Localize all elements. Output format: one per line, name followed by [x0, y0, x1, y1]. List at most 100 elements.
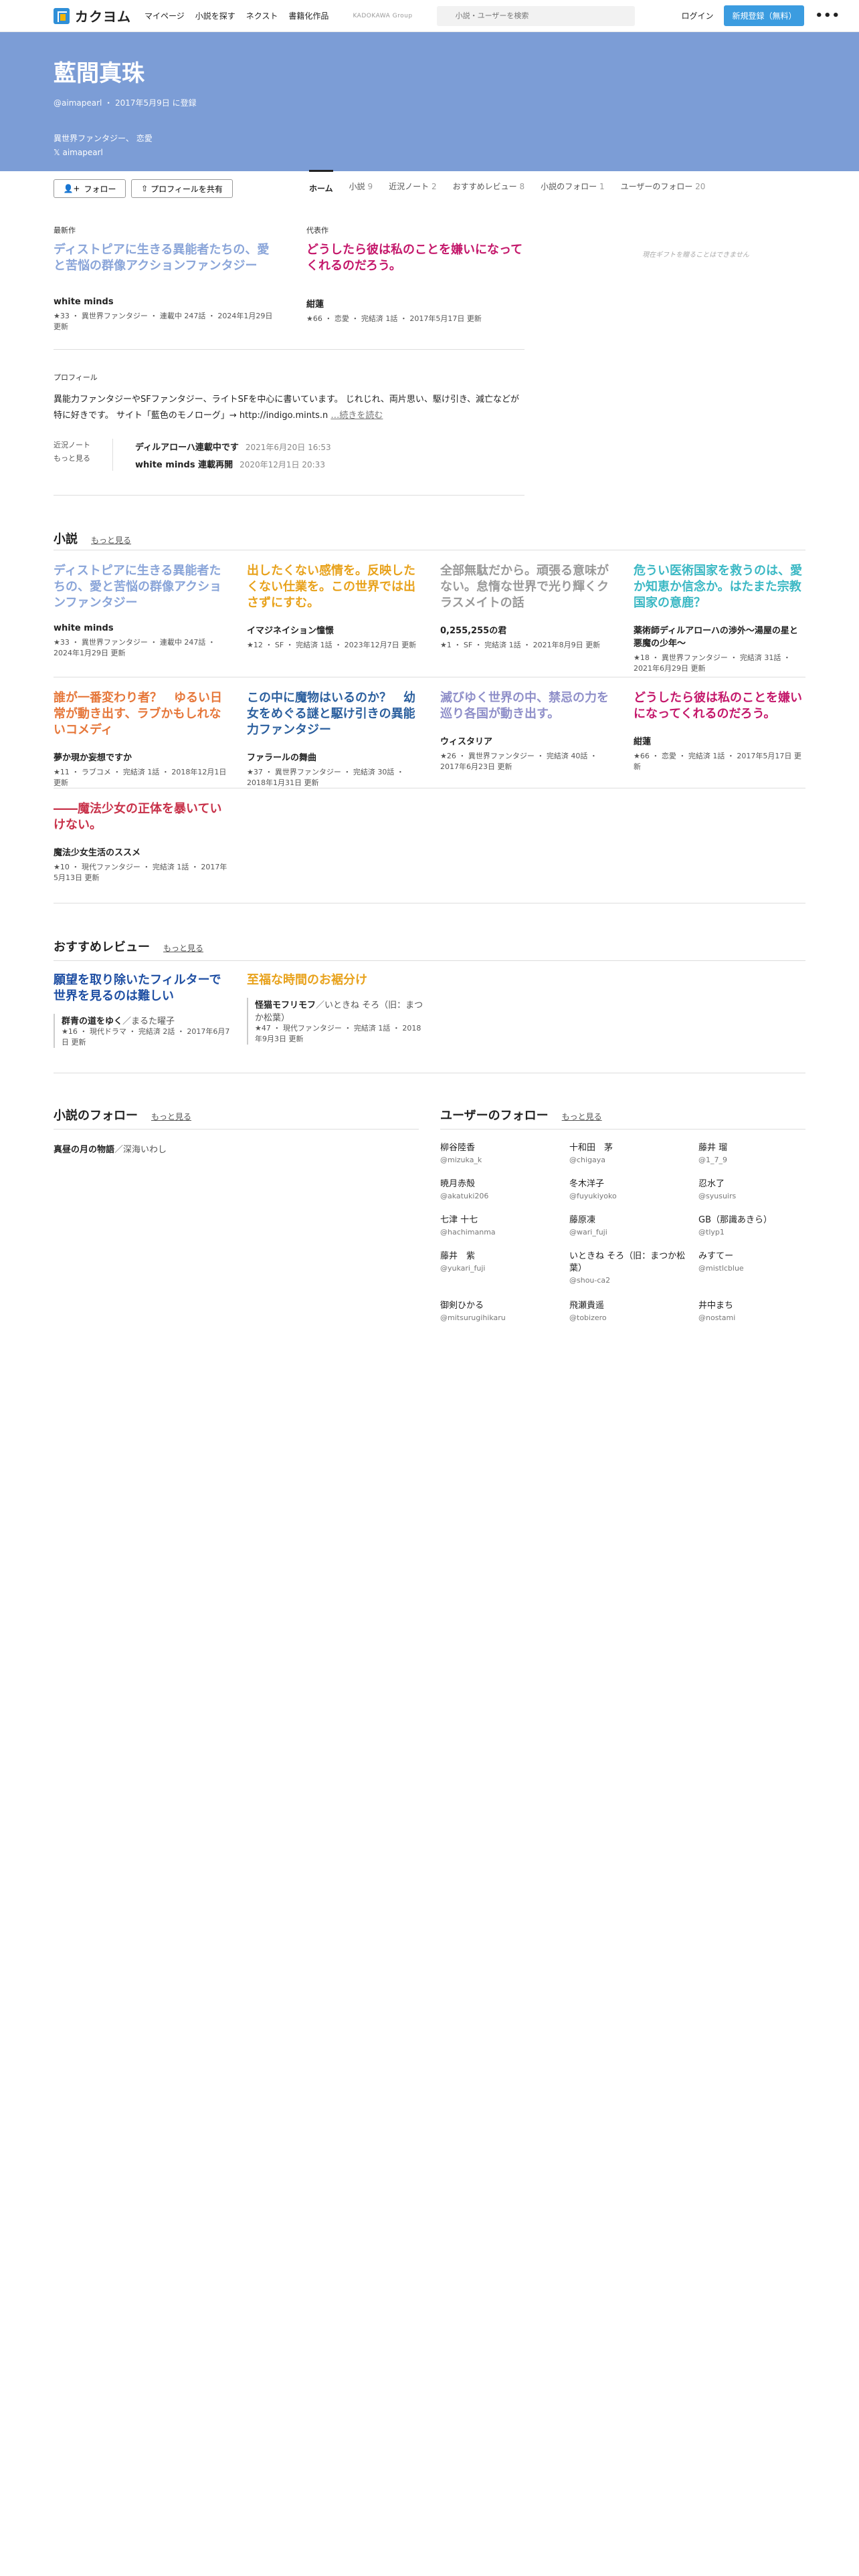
- representative-author[interactable]: 紺蓮: [306, 297, 527, 310]
- review-work[interactable]: 怪猫モフリモフ／いときね そろ（旧：まつか松葉）: [255, 998, 423, 1023]
- followed-user[interactable]: 暁月赤殻 @akatuki206: [440, 1178, 567, 1202]
- user-name: 忍水了: [698, 1179, 725, 1189]
- share-profile-button[interactable]: ⇧ プロフィールを共有: [131, 179, 233, 198]
- followed-user[interactable]: いときね そろ（旧：まつか松葉） @shou-ca2: [569, 1251, 696, 1287]
- nav-mypage[interactable]: マイページ: [145, 10, 185, 21]
- nav-find-novels[interactable]: 小説を探す: [195, 10, 235, 21]
- tab-notes[interactable]: 近況ノート 2: [389, 181, 436, 202]
- reviews-more-link[interactable]: もっと見る: [163, 942, 203, 954]
- nav-next[interactable]: ネクスト: [246, 10, 278, 21]
- novel-title[interactable]: 誰が一番変わり者？ ゆるい日常が動き出す、ラブかもしれないコメディ: [54, 690, 227, 738]
- review-work[interactable]: 群青の道をゆく／まるた曜子: [62, 1014, 230, 1027]
- tab-novels[interactable]: 小説 9: [349, 181, 373, 202]
- login-link[interactable]: ログイン: [681, 10, 713, 21]
- review-title[interactable]: 願望を取り除いたフィルターで世界を見るのは難しい: [54, 972, 230, 1004]
- notes-section: 近況ノート もっと見る ディルアローハ連載中です 2021年6月20日 16:53…: [54, 439, 524, 479]
- kadokawa-group-label: KADOKAWA Group: [353, 12, 413, 19]
- novel-work-name[interactable]: 夢か現か妄想ですか: [54, 750, 227, 763]
- latest-author[interactable]: white minds: [54, 297, 274, 307]
- notes-more-link[interactable]: もっと見る: [54, 454, 90, 463]
- novel-title[interactable]: 出したくない感情を。反映したくない仕業を。この世界では出さずにすむ。: [247, 563, 421, 611]
- latest-title[interactable]: ディストピアに生きる異能者たちの、愛と苦悩の群像アクションファンタジー: [54, 242, 274, 274]
- followed-user[interactable]: 藤原凍 @wari_fuji: [569, 1214, 696, 1239]
- note-item[interactable]: ディルアローハ連載中です 2021年6月20日 16:53: [135, 440, 331, 453]
- notes-label: 近況ノート: [54, 441, 90, 449]
- note-item[interactable]: white minds 連載再開 2020年12月1日 20:33: [135, 457, 325, 470]
- followed-user[interactable]: 藤井 瑠 @1_7_9: [698, 1142, 805, 1166]
- latest-work[interactable]: 最新作 ディストピアに生きる異能者たちの、愛と苦悩の群像アクションファンタジー …: [54, 225, 274, 332]
- tab-home[interactable]: ホーム: [309, 170, 333, 202]
- followed-user[interactable]: 七津 十七 @hachimanma: [440, 1214, 567, 1239]
- x-account-link[interactable]: 𝕏 aimapearl: [54, 148, 103, 157]
- followed-user[interactable]: 井中まち @nostami: [698, 1300, 805, 1324]
- search-input[interactable]: [436, 5, 635, 26]
- followed-user[interactable]: みすてー @mistlcblue: [698, 1251, 805, 1275]
- user-id: @chigaya: [569, 1156, 606, 1164]
- more-menu-icon[interactable]: •••: [815, 9, 840, 23]
- novel-card[interactable]: 全部無駄だから。頑張る意味がない。怠惰な世界で光り輝くクラスメイトの話 0,25…: [440, 563, 614, 651]
- signup-button[interactable]: 新規登録（無料）: [724, 5, 805, 26]
- followed-user[interactable]: 柳谷陸香 @mizuka_k: [440, 1142, 567, 1166]
- user-name: いときね そろ（旧：まつか松葉）: [569, 1251, 686, 1273]
- review-card[interactable]: 至福な時間のお裾分け 怪猫モフリモフ／いときね そろ（旧：まつか松葉） ★47 …: [247, 972, 423, 1045]
- user-follows-more-link[interactable]: もっと見る: [562, 1111, 602, 1122]
- reviews-section-header: おすすめレビュー もっと見る: [54, 938, 203, 955]
- review-card[interactable]: 願望を取り除いたフィルターで世界を見るのは難しい 群青の道をゆく／まるた曜子 ★…: [54, 972, 230, 1048]
- user-id: @yukari_fuji: [440, 1264, 486, 1273]
- novel-meta: ★1 ・ SF ・ 完結済 1話 ・ 2021年8月9日 更新: [440, 641, 601, 649]
- review-title[interactable]: 至福な時間のお裾分け: [247, 972, 423, 988]
- novel-work-name[interactable]: white minds: [54, 623, 227, 633]
- followed-user[interactable]: 忍水了 @syusuirs: [698, 1178, 805, 1202]
- logo-text: カクヨム: [75, 9, 131, 25]
- novels-more-link[interactable]: もっと見る: [91, 534, 131, 546]
- user-id: @1_7_9: [698, 1156, 727, 1164]
- novel-title[interactable]: この中に魔物はいるのか？ 幼女をめぐる謎と駆け引きの異能力ファンタジー: [247, 690, 421, 738]
- novel-work-name[interactable]: 紺蓮: [634, 734, 805, 747]
- novel-work-name[interactable]: 0,255,255の君: [440, 623, 614, 636]
- followed-user[interactable]: GB（那識あきら） @tlyp1: [698, 1214, 805, 1239]
- novel-work-name[interactable]: 薬術師ディルアローハの渉外〜湯屋の星と悪魔の少年〜: [634, 623, 805, 649]
- novel-card[interactable]: どうしたら彼は私のことを嫌いになってくれるのだろう。 紺蓮 ★66 ・ 恋愛 ・…: [634, 690, 805, 772]
- kakuyomu-logo[interactable]: カクヨム: [54, 6, 131, 25]
- novel-title[interactable]: 滅びゆく世界の中、禁忌の力を巡り各国が動き出す。: [440, 690, 614, 722]
- novel-card[interactable]: 誰が一番変わり者？ ゆるい日常が動き出す、ラブかもしれないコメディ 夢か現か妄想…: [54, 690, 227, 788]
- nav-published-works[interactable]: 書籍化作品: [288, 10, 328, 21]
- novel-card[interactable]: ――魔法少女の正体を暴いていけない。 魔法少女生活のススメ ★10 ・ 現代ファ…: [54, 801, 227, 883]
- novel-title[interactable]: どうしたら彼は私のことを嫌いになってくれるのだろう。: [634, 690, 805, 722]
- review-work-title: 怪猫モフリモフ: [255, 1000, 316, 1010]
- novel-follows-more-link[interactable]: もっと見る: [151, 1111, 191, 1122]
- user-id: @mitsurugihikaru: [440, 1313, 506, 1322]
- novel-card[interactable]: 危うい医術国家を救うのは、愛か知恵か信念か。はたまた宗教国家の意鹿？ 薬術師ディ…: [634, 563, 805, 674]
- followed-user[interactable]: 十和田 茅 @chigaya: [569, 1142, 696, 1166]
- novel-card[interactable]: 出したくない感情を。反映したくない仕業を。この世界では出さずにすむ。 イマジネイ…: [247, 563, 421, 651]
- followed-user[interactable]: 冬木洋子 @fuyukiyoko: [569, 1178, 696, 1202]
- followed-novel-author: ／深海いわし: [114, 1145, 167, 1155]
- novel-work-name[interactable]: ファラールの舞曲: [247, 750, 421, 763]
- profile-text: 異能力ファンタジーやSFファンタジー、ライトSFを中心に書いています。 じれじれ…: [54, 395, 519, 421]
- tab-reviews[interactable]: おすすめレビュー 8: [453, 181, 524, 202]
- user-name: 柳谷陸香: [440, 1143, 476, 1153]
- novel-title[interactable]: ――魔法少女の正体を暴いていけない。: [54, 801, 227, 833]
- tab-novel-follows[interactable]: 小説のフォロー 1: [541, 181, 604, 202]
- novel-work-name[interactable]: ウィスタリア: [440, 734, 614, 747]
- novel-title[interactable]: 危うい医術国家を救うのは、愛か知恵か信念か。はたまた宗教国家の意鹿？: [634, 563, 805, 611]
- novel-card[interactable]: ディストピアに生きる異能者たちの、愛と苦悩の群像アクションファンタジー whit…: [54, 563, 227, 659]
- representative-work[interactable]: 代表作 どうしたら彼は私のことを嫌いになってくれるのだろう。 紺蓮 ★66 ・ …: [306, 225, 527, 324]
- note-date: 2021年6月20日 16:53: [245, 443, 331, 452]
- add-user-icon: 👤+: [63, 184, 80, 193]
- novel-card[interactable]: 滅びゆく世界の中、禁忌の力を巡り各国が動き出す。 ウィスタリア ★26 ・ 異世…: [440, 690, 614, 772]
- novel-title[interactable]: 全部無駄だから。頑張る意味がない。怠惰な世界で光り輝くクラスメイトの話: [440, 563, 614, 611]
- novel-card[interactable]: この中に魔物はいるのか？ 幼女をめぐる謎と駆け引きの異能力ファンタジー ファラー…: [247, 690, 421, 788]
- profile-name: 藍間真珠: [54, 60, 145, 87]
- read-more-link[interactable]: …続きを読む: [330, 411, 383, 421]
- novel-work-name[interactable]: イマジネイション憧憬: [247, 623, 421, 636]
- followed-user[interactable]: 藤井 紫 @yukari_fuji: [440, 1251, 567, 1275]
- followed-user[interactable]: 飛瀬貴遥 @tobizero: [569, 1300, 696, 1324]
- followed-novel[interactable]: 真昼の月の物語／深海いわし: [54, 1142, 167, 1155]
- follow-button[interactable]: 👤+ フォロー: [54, 179, 126, 198]
- novel-work-name[interactable]: 魔法少女生活のススメ: [54, 845, 227, 858]
- followed-user[interactable]: 御剣ひかる @mitsurugihikaru: [440, 1300, 567, 1324]
- tab-user-follows[interactable]: ユーザーのフォロー 20: [621, 181, 706, 202]
- novel-title[interactable]: ディストピアに生きる異能者たちの、愛と苦悩の群像アクションファンタジー: [54, 563, 227, 611]
- representative-title[interactable]: どうしたら彼は私のことを嫌いになってくれるのだろう。: [306, 242, 527, 274]
